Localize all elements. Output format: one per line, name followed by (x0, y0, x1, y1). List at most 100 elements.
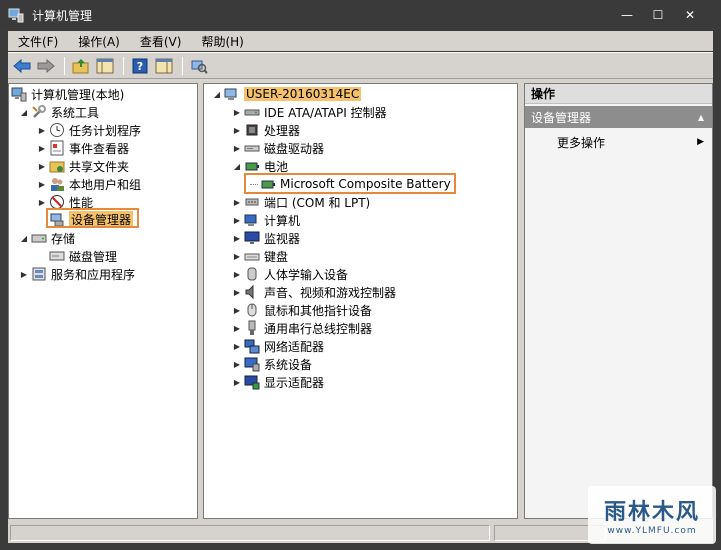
collapsed-arrow-icon[interactable]: ▶ (232, 341, 242, 351)
device-tree-root[interactable]: ◢ USER-20160314EC (212, 85, 362, 103)
up-level-button[interactable] (71, 56, 91, 76)
expanded-arrow-icon[interactable]: ◢ (212, 89, 222, 99)
collapsed-arrow-icon[interactable]: ▶ (232, 215, 242, 225)
services-icon (32, 267, 46, 281)
device-category-system[interactable]: ▶ 系统设备 (232, 355, 312, 373)
svg-text:?: ? (137, 60, 143, 73)
forward-button[interactable] (36, 56, 56, 76)
collapsed-arrow-icon[interactable]: ▶ (37, 161, 47, 171)
status-cell-main (10, 525, 490, 541)
window-title: 计算机管理 (32, 8, 93, 23)
tree-item-storage[interactable]: ◢ 存储 (19, 229, 75, 247)
tree-item-system-tools[interactable]: ◢ 系统工具 (19, 103, 99, 121)
expanded-arrow-icon[interactable]: ◢ (19, 107, 29, 117)
collapsed-arrow-icon[interactable]: ▶ (232, 359, 242, 369)
watermark-logo: 雨林木风 www.YLMFU.com (588, 486, 716, 544)
collapsed-arrow-icon[interactable]: ▶ (37, 179, 47, 189)
tree-item-computer-management[interactable]: 计算机管理(本地) (11, 85, 124, 103)
device-category-label: 网络适配器 (264, 339, 325, 354)
help-button[interactable]: ? (130, 56, 150, 76)
device-category-label: 声音、视频和游戏控制器 (264, 285, 397, 300)
toolbar-separator (123, 56, 124, 75)
actions-section-device-manager[interactable]: 设备管理器 ▲ (525, 106, 712, 128)
show-hide-action-pane-button[interactable] (154, 56, 174, 76)
menu-view[interactable]: 查看(V) (130, 33, 192, 50)
expanded-arrow-icon[interactable]: ◢ (232, 161, 242, 171)
device-category-monitors[interactable]: ▶ 监视器 (232, 229, 300, 247)
maximize-button[interactable]: ☐ (643, 0, 673, 30)
device-category-computer[interactable]: ▶ 计算机 (232, 211, 300, 229)
tree-item-shared-folders[interactable]: ▶ 共享文件夹 (37, 157, 129, 175)
device-category-label: 人体学输入设备 (264, 267, 349, 282)
collapsed-arrow-icon[interactable]: ▶ (232, 107, 242, 117)
storage-icon (31, 234, 47, 243)
collapsed-arrow-icon[interactable]: ▶ (37, 143, 47, 153)
collapsed-arrow-icon[interactable]: ▶ (232, 233, 242, 243)
device-category-hid[interactable]: ▶ 人体学输入设备 (232, 265, 348, 283)
show-hide-tree-button[interactable] (95, 56, 115, 76)
collapsed-arrow-icon[interactable]: ▶ (232, 143, 242, 153)
processor-icon (246, 124, 258, 136)
close-button[interactable]: ✕ (675, 0, 705, 30)
device-tree-pane: ◢ USER-20160314EC ▶ IDE ATA/ATAPI 控制器 ▶ … (203, 83, 518, 519)
device-category-label: 鼠标和其他指针设备 (264, 303, 373, 318)
collapsed-arrow-icon[interactable]: ▶ (232, 323, 242, 333)
device-category-ports[interactable]: ▶ 端口 (COM 和 LPT) (232, 193, 370, 211)
watermark-url: www.YLMFU.com (607, 526, 697, 536)
tree-item-local-users[interactable]: ▶ 本地用户和组 (37, 175, 141, 193)
more-actions-item[interactable]: 更多操作 ▶ (525, 132, 712, 152)
sound-icon (245, 284, 254, 300)
device-category-ide[interactable]: ▶ IDE ATA/ATAPI 控制器 (232, 103, 387, 121)
device-category-sound[interactable]: ▶ 声音、视频和游戏控制器 (232, 283, 396, 301)
highlight-composite-battery (244, 173, 456, 194)
device-category-disk-drives[interactable]: ▶ 磁盘驱动器 (232, 139, 324, 157)
device-category-keyboards[interactable]: ▶ 键盘 (232, 247, 288, 265)
console-tree-pane: 计算机管理(本地) ◢ 系统工具 ▶ 任务计划程序 ▶ 事件查看器 ▶ 共享文件… (8, 83, 198, 519)
network-adapter-icon (244, 339, 260, 354)
scan-hardware-button[interactable] (189, 56, 209, 76)
collapsed-arrow-icon[interactable]: ▶ (232, 269, 242, 279)
submenu-arrow-icon: ▶ (697, 137, 704, 147)
collapsed-arrow-icon[interactable]: ▶ (232, 251, 242, 261)
users-icon (51, 178, 64, 191)
tree-item-label: 事件查看器 (69, 141, 130, 156)
tree-item-disk-management[interactable]: 磁盘管理 (49, 247, 117, 265)
tree-item-label: 服务和应用程序 (51, 267, 136, 282)
tree-item-task-scheduler[interactable]: ▶ 任务计划程序 (37, 121, 141, 139)
device-category-mouse[interactable]: ▶ 鼠标和其他指针设备 (232, 301, 372, 319)
device-category-label: 键盘 (264, 249, 289, 264)
minimize-button[interactable]: — (612, 0, 642, 30)
device-category-label: 显示适配器 (264, 375, 325, 390)
tree-item-services-apps[interactable]: ▶ 服务和应用程序 (19, 265, 135, 283)
mouse-icon (247, 303, 257, 317)
expanded-arrow-icon[interactable]: ◢ (19, 233, 29, 243)
toolbar-separator (182, 56, 183, 75)
collapsed-arrow-icon[interactable]: ▶ (232, 377, 242, 387)
menu-action[interactable]: 操作(A) (68, 33, 130, 50)
device-category-label: 电池 (264, 159, 289, 174)
device-category-network[interactable]: ▶ 网络适配器 (232, 337, 324, 355)
collapsed-arrow-icon[interactable]: ▶ (232, 287, 242, 297)
device-category-label: 磁盘驱动器 (264, 141, 325, 156)
back-button[interactable] (12, 56, 32, 76)
toolbar-separator (64, 56, 65, 75)
actions-pane: 操作 设备管理器 ▲ 更多操作 ▶ (524, 83, 713, 519)
action-pane-icon (155, 58, 173, 73)
forward-arrow-icon (37, 58, 55, 73)
collapsed-arrow-icon[interactable]: ▶ (37, 197, 47, 207)
device-category-display[interactable]: ▶ 显示适配器 (232, 373, 324, 391)
device-category-processor[interactable]: ▶ 处理器 (232, 121, 300, 139)
menu-file[interactable]: 文件(F) (8, 33, 68, 50)
menu-help[interactable]: 帮助(H) (191, 33, 253, 50)
collapsed-arrow-icon[interactable]: ▶ (232, 305, 242, 315)
device-category-label: 系统设备 (264, 357, 313, 372)
computer-management-icon (8, 8, 24, 23)
device-category-usb[interactable]: ▶ 通用串行总线控制器 (232, 319, 372, 337)
tree-item-event-viewer[interactable]: ▶ 事件查看器 (37, 139, 129, 157)
collapsed-arrow-icon[interactable]: ▶ (37, 125, 47, 135)
scan-hardware-icon (191, 60, 208, 74)
collapsed-arrow-icon[interactable]: ▶ (232, 197, 242, 207)
collapsed-arrow-icon[interactable]: ▶ (19, 269, 29, 279)
collapsed-arrow-icon[interactable]: ▶ (232, 125, 242, 135)
collapse-up-icon[interactable]: ▲ (698, 113, 704, 122)
